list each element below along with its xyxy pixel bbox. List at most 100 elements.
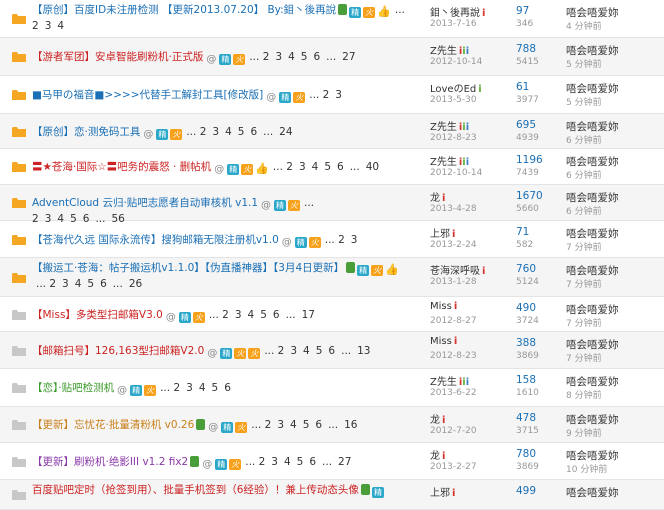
last-reply-user[interactable]: 唔会唔爱妳 (566, 485, 619, 500)
author-name[interactable]: 上邪 (430, 488, 450, 499)
page-link[interactable]: 4 (312, 161, 319, 173)
thread-title-link[interactable]: 【邮箱扫号】126,163型扫邮箱V2.0 (32, 345, 204, 357)
page-link[interactable]: 6 (224, 382, 231, 394)
last-reply-user[interactable]: 唔会唔爱妳 (566, 43, 619, 58)
page-link[interactable]: 17 (302, 309, 315, 321)
page-link[interactable]: 4 (288, 51, 295, 63)
page-link[interactable]: 5 (260, 309, 267, 321)
thread-title-link[interactable]: 【苍海代久远 国际永流传】搜狗邮箱无限注册机v1.0 (32, 234, 279, 246)
author-name[interactable]: LoveのEd (430, 84, 476, 95)
page-link[interactable]: 3 (235, 309, 242, 321)
author-name[interactable]: 龙 (430, 193, 440, 204)
page-link[interactable]: 5 (303, 419, 310, 431)
page-link[interactable]: 2 (32, 20, 39, 32)
author-name[interactable]: 上邪 (430, 229, 450, 240)
page-link[interactable]: 3 (277, 419, 284, 431)
page-link[interactable]: 4 (57, 20, 64, 32)
last-reply-user[interactable]: 唔会唔爱妳 (566, 412, 619, 427)
page-link[interactable]: 3 (351, 234, 358, 246)
last-reply-user[interactable]: 唔会唔爱妳 (566, 448, 619, 463)
page-link[interactable]: 2 (278, 345, 285, 357)
page-link[interactable]: 6 (273, 309, 280, 321)
page-link[interactable]: 40 (366, 161, 379, 173)
page-link[interactable]: 3 (299, 161, 306, 173)
thread-title-link[interactable]: 【游者军团】安卓智能刷粉机·正式版 (32, 51, 203, 63)
page-link[interactable]: 4 (303, 345, 310, 357)
page-link[interactable]: 4 (199, 382, 206, 394)
page-link[interactable]: 3 (275, 51, 282, 63)
thread-title-link[interactable]: ■马甲の福音■>>>>代替手工解封工具[修改版] (32, 89, 263, 101)
page-link[interactable]: 2 (222, 309, 229, 321)
author-name[interactable]: 鉬丶後再說 (430, 8, 480, 19)
page-link[interactable]: 6 (337, 161, 344, 173)
page-link[interactable]: 2 (259, 456, 266, 468)
page-link[interactable]: 6 (315, 419, 322, 431)
page-link[interactable]: 3 (335, 89, 342, 101)
page-link[interactable]: 4 (75, 278, 82, 290)
page-link[interactable]: 2 (200, 126, 207, 138)
page-link[interactable]: 6 (328, 345, 335, 357)
last-reply-user[interactable]: 唔会唔爱妳 (566, 81, 619, 96)
author-name[interactable]: 龙 (430, 415, 440, 426)
last-reply-user[interactable]: 唔会唔爱妳 (566, 226, 619, 241)
author-name[interactable]: 龙 (430, 451, 440, 462)
author-name[interactable]: Z先生 (430, 377, 457, 388)
thread-title-link[interactable]: 【原创】恋·测免码工具 (32, 126, 140, 138)
thread-title-link[interactable]: 【Miss】多类型扫邮箱V3.0 (32, 309, 163, 321)
last-reply-user[interactable]: 唔会唔爱妳 (566, 263, 619, 278)
page-link[interactable]: 2 (338, 234, 345, 246)
page-link[interactable]: 3 (45, 20, 52, 32)
page-link[interactable]: 6 (100, 278, 107, 290)
page-link[interactable]: 3 (290, 345, 297, 357)
page-link[interactable]: 5 (316, 345, 323, 357)
last-reply-user[interactable]: 唔会唔爱妳 (566, 302, 619, 317)
page-link[interactable]: 3 (186, 382, 193, 394)
page-link[interactable]: 3 (271, 456, 278, 468)
page-link[interactable]: 4 (248, 309, 255, 321)
page-link[interactable]: 6 (309, 456, 316, 468)
last-reply-user[interactable]: 唔会唔爱妳 (566, 337, 619, 352)
thread-title-link[interactable]: 【原创】百度ID未注册检测 【更新2013.07.20】 By:鉬丶後再說 (32, 4, 336, 16)
page-link[interactable]: 24 (279, 126, 292, 138)
thread-title-link[interactable]: 〓★苍海·国际☆〓吧务的震怒 · 删帖机 (32, 161, 211, 173)
last-reply-user[interactable]: 唔会唔爱妳 (566, 154, 619, 169)
page-link[interactable]: 13 (357, 345, 370, 357)
author-name[interactable]: Miss (430, 336, 452, 347)
last-reply-user[interactable]: 唔会唔爱妳 (566, 190, 619, 205)
page-link[interactable]: 16 (344, 419, 357, 431)
thread-title-link[interactable]: 【恋】·贴吧检测机 (32, 382, 114, 394)
last-reply-user[interactable]: 唔会唔爱妳 (566, 5, 619, 20)
page-link[interactable]: 5 (238, 126, 245, 138)
page-link[interactable]: 5 (301, 51, 308, 63)
page-link[interactable]: 3 (212, 126, 219, 138)
author-name[interactable]: 苍海深呼吸 (430, 266, 480, 277)
thread-title-link[interactable]: 【搬运工·苍海：帖子搬运机v1.1.0】【伪直播神器】【3月4日更新】 (32, 262, 344, 274)
page-link[interactable]: 4 (290, 419, 297, 431)
page-link[interactable]: 5 (87, 278, 94, 290)
page-link[interactable]: 2 (49, 278, 56, 290)
author-name[interactable]: Z先生 (430, 46, 457, 57)
page-link[interactable]: 5 (212, 382, 219, 394)
page-link[interactable]: 2 (173, 382, 180, 394)
page-link[interactable]: 27 (342, 51, 355, 63)
page-link[interactable]: 27 (338, 456, 351, 468)
page-link[interactable]: 4 (284, 456, 291, 468)
author-name[interactable]: Z先生 (430, 157, 457, 168)
last-reply-user[interactable]: 唔会唔爱妳 (566, 119, 619, 134)
last-reply-user[interactable]: 唔会唔爱妳 (566, 374, 619, 389)
page-link[interactable]: 6 (313, 51, 320, 63)
author-name[interactable]: Z先生 (430, 122, 457, 133)
page-link[interactable]: 3 (62, 278, 69, 290)
thread-title-link[interactable]: 【更新】忘忧花·批量清粉机 v0.26 (32, 419, 194, 431)
page-link[interactable]: 6 (250, 126, 257, 138)
thread-title-link[interactable]: 百度贴吧定时（抢签到用）、批量手机签到（6经验）！兼上传动态头像 (32, 484, 359, 496)
author-name[interactable]: Miss (430, 301, 452, 312)
page-link[interactable]: 5 (324, 161, 331, 173)
page-link[interactable]: 4 (225, 126, 232, 138)
thread-title-link[interactable]: 【更新】刷粉机·绝影III v1.2 fix2 (32, 456, 188, 468)
page-link[interactable]: 2 (265, 419, 272, 431)
page-link[interactable]: 5 (297, 456, 304, 468)
page-link[interactable]: 26 (129, 278, 142, 290)
thread-title-link[interactable]: AdventCloud 云归·贴吧志愿者自动审核机 v1.1 (32, 197, 258, 209)
page-link[interactable]: 2 (323, 89, 330, 101)
